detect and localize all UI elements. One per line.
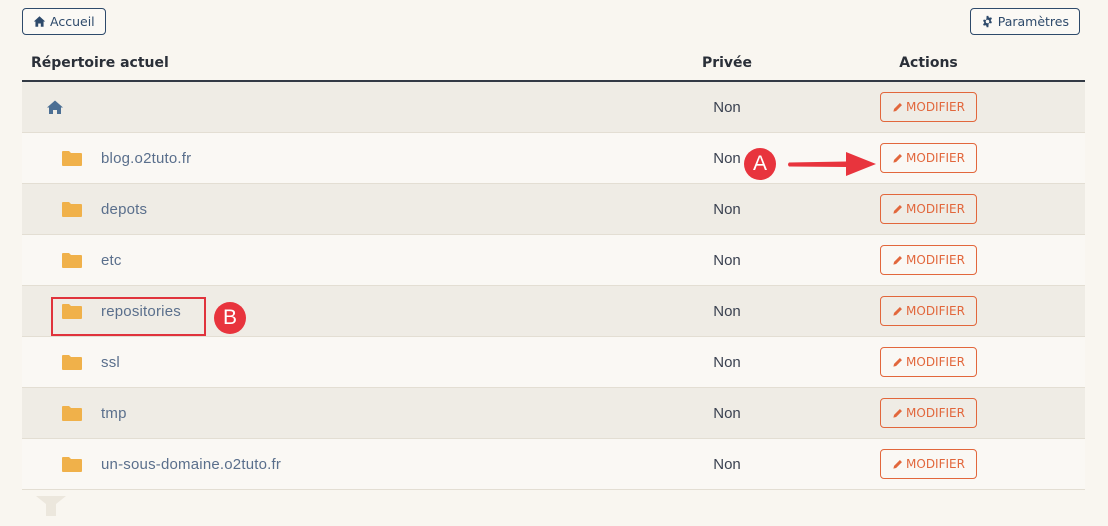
actions-cell: MODIFIER xyxy=(772,296,1085,326)
table-row: etc Non MODIFIER xyxy=(22,235,1085,286)
folder-icon xyxy=(62,150,82,166)
table-row: tmp Non MODIFIER xyxy=(22,388,1085,439)
annotation-a-badge: A xyxy=(744,148,776,180)
home-button[interactable]: Accueil xyxy=(22,8,106,35)
home-icon xyxy=(33,15,46,28)
actions-cell: MODIFIER xyxy=(772,245,1085,275)
actions-cell: MODIFIER xyxy=(772,347,1085,377)
private-value: Non xyxy=(713,200,741,218)
annotation-arrow-icon xyxy=(788,152,876,176)
modify-button-label: MODIFIER xyxy=(906,151,965,165)
modify-button-label: MODIFIER xyxy=(906,253,965,267)
annotation-b-highlight xyxy=(51,297,206,336)
directory-cell[interactable]: tmp xyxy=(22,405,642,422)
directory-name: depots xyxy=(101,200,148,218)
table-row: un-sous-domaine.o2tuto.fr Non MODIFIER xyxy=(22,439,1085,490)
folder-icon xyxy=(62,456,82,472)
modify-button-label: MODIFIER xyxy=(906,202,965,216)
directory-name: blog.o2tuto.fr xyxy=(101,149,192,167)
modify-button-label: MODIFIER xyxy=(906,100,965,114)
table-row: depots Non MODIFIER xyxy=(22,184,1085,235)
folder-icon xyxy=(62,201,82,217)
page: Accueil Paramètres Répertoire actuel Pri… xyxy=(0,0,1108,526)
home-icon xyxy=(45,99,65,115)
pencil-icon xyxy=(892,102,903,113)
modify-button[interactable]: MODIFIER xyxy=(880,245,977,275)
private-value: Non xyxy=(713,455,741,473)
directory-cell[interactable]: depots xyxy=(22,201,642,218)
folder-icon xyxy=(62,354,82,370)
private-value: Non xyxy=(713,98,741,116)
modify-button-label: MODIFIER xyxy=(906,304,965,318)
table-row: ssl Non MODIFIER xyxy=(22,337,1085,388)
directory-name: tmp xyxy=(101,404,127,422)
modify-button-label: MODIFIER xyxy=(906,406,965,420)
directory-cell[interactable]: un-sous-domaine.o2tuto.fr xyxy=(22,456,642,473)
table-row: blog.o2tuto.fr Non MODIFIER xyxy=(22,133,1085,184)
home-button-label: Accueil xyxy=(50,14,95,29)
modify-button[interactable]: MODIFIER xyxy=(880,92,977,122)
gear-icon xyxy=(981,15,994,28)
directory-name: etc xyxy=(101,251,122,269)
annotation-b-badge: B xyxy=(214,302,246,334)
pencil-icon xyxy=(892,204,903,215)
pencil-icon xyxy=(892,306,903,317)
private-value: Non xyxy=(713,353,741,371)
pencil-icon xyxy=(892,153,903,164)
settings-button-label: Paramètres xyxy=(997,14,1069,29)
actions-cell: MODIFIER xyxy=(772,194,1085,224)
modify-button[interactable]: MODIFIER xyxy=(880,398,977,428)
header-directory: Répertoire actuel xyxy=(31,55,169,71)
modify-button[interactable]: MODIFIER xyxy=(880,449,977,479)
folder-icon xyxy=(62,252,82,268)
actions-cell: MODIFIER xyxy=(772,92,1085,122)
modify-button[interactable]: MODIFIER xyxy=(880,143,977,173)
private-value: Non xyxy=(713,251,741,269)
header-private: Privée xyxy=(701,55,753,71)
table-row: Non MODIFIER xyxy=(22,82,1085,133)
faded-shape-icon xyxy=(36,496,66,516)
modify-button[interactable]: MODIFIER xyxy=(880,194,977,224)
modify-button-label: MODIFIER xyxy=(906,457,965,471)
directory-table: Répertoire actuel Privée Actions Non MOD… xyxy=(22,46,1085,490)
directory-name: ssl xyxy=(101,353,120,371)
actions-cell: MODIFIER xyxy=(772,398,1085,428)
pencil-icon xyxy=(892,357,903,368)
modify-button[interactable]: MODIFIER xyxy=(880,296,977,326)
private-value: Non xyxy=(713,302,741,320)
pencil-icon xyxy=(892,408,903,419)
private-value: Non xyxy=(713,404,741,422)
actions-cell: MODIFIER xyxy=(772,449,1085,479)
directory-cell[interactable]: blog.o2tuto.fr xyxy=(22,150,642,167)
directory-cell[interactable] xyxy=(22,99,642,115)
directory-cell[interactable]: ssl xyxy=(22,354,642,371)
table-header: Répertoire actuel Privée Actions xyxy=(22,46,1085,82)
settings-button[interactable]: Paramètres xyxy=(969,8,1080,35)
pencil-icon xyxy=(892,255,903,266)
folder-icon xyxy=(62,405,82,421)
directory-cell[interactable]: etc xyxy=(22,252,642,269)
modify-button-label: MODIFIER xyxy=(906,355,965,369)
directory-name: un-sous-domaine.o2tuto.fr xyxy=(101,455,282,473)
pencil-icon xyxy=(892,459,903,470)
modify-button[interactable]: MODIFIER xyxy=(880,347,977,377)
header-actions: Actions xyxy=(899,55,958,71)
